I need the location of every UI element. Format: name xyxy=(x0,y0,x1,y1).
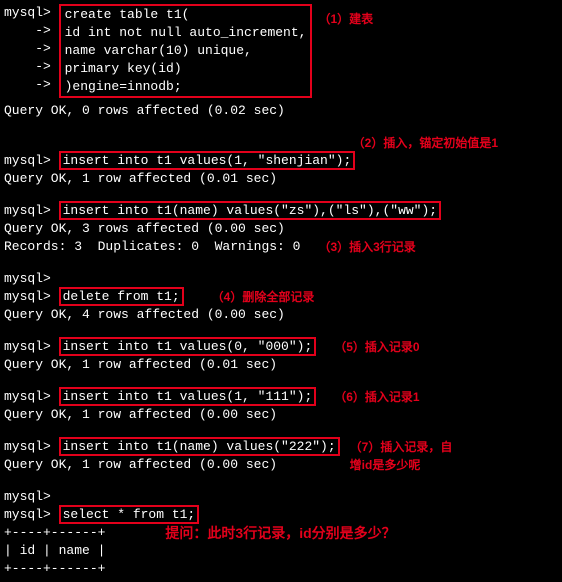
query-ok-00a: Query OK, 1 row affected (0.00 sec) xyxy=(4,406,558,424)
annotation-7b: 增id是多少呢 xyxy=(350,456,453,474)
select-box: select * from t1; xyxy=(59,505,200,524)
create-l5: )engine=innodb; xyxy=(65,79,182,94)
query-ok-1: Query OK, 1 row affected (0.01 sec) xyxy=(4,170,558,188)
cont-1: -> xyxy=(4,22,59,40)
insert-2-box: insert into t1(name) values("zs"),("ls")… xyxy=(59,201,441,220)
annotation-3: （3）插入3行记录 xyxy=(300,238,415,256)
insert-222-box: insert into t1(name) values("222"); xyxy=(59,437,340,456)
question-text: 提问：此时3行记录，id分别是多少？ xyxy=(105,524,395,542)
cont-3: -> xyxy=(4,58,59,76)
insert-000-box: insert into t1 values(0, "000"); xyxy=(59,337,317,356)
mysql-prompt: mysql> xyxy=(4,203,59,218)
query-ok-0: Query OK, 0 rows affected (0.02 sec) xyxy=(4,102,558,120)
mysql-prompt: mysql> xyxy=(4,389,59,404)
annotation-1: （1）建表 xyxy=(312,4,373,28)
create-table-box: create table t1( id int not null auto_inc… xyxy=(59,4,313,98)
query-ok-4: Query OK, 4 rows affected (0.00 sec) xyxy=(4,306,558,324)
create-l1: create table t1( xyxy=(65,7,190,22)
table-border-mid: +----+------+ xyxy=(4,560,558,578)
cont-2: -> xyxy=(4,40,59,58)
delete-box: delete from t1; xyxy=(59,287,184,306)
create-l3: name varchar(10) unique, xyxy=(65,43,252,58)
cont-4: -> xyxy=(4,76,59,94)
query-ok-3: Query OK, 3 rows affected (0.00 sec) xyxy=(4,220,558,238)
mysql-prompt: mysql> xyxy=(4,270,558,288)
create-l2: id int not null auto_increment, xyxy=(65,25,307,40)
annotation-7a: （7）插入记录，自 xyxy=(350,438,453,456)
mysql-prompt: mysql> xyxy=(4,289,59,304)
create-l4: primary key(id) xyxy=(65,61,182,76)
mysql-prompt: mysql> xyxy=(4,339,59,354)
annotation-5: （5）插入记录0 xyxy=(316,338,419,356)
annotation-4: （4）删除全部记录 xyxy=(184,288,315,306)
insert-1-box: insert into t1 values(1, "shenjian"); xyxy=(59,151,356,170)
table-border-top: +----+------+ xyxy=(4,524,105,542)
mysql-prompt: mysql> xyxy=(4,488,558,506)
annotation-2: （2）插入，锚定初始值是1 xyxy=(4,134,558,152)
mysql-prompt: mysql> xyxy=(4,5,59,20)
mysql-prompt: mysql> xyxy=(4,153,59,168)
query-ok-01: Query OK, 1 row affected (0.01 sec) xyxy=(4,356,558,374)
insert-111-box: insert into t1 values(1, "111"); xyxy=(59,387,317,406)
mysql-prompt: mysql> xyxy=(4,507,59,522)
query-ok-00b: Query OK, 1 row affected (0.00 sec) xyxy=(4,456,340,474)
mysql-prompt: mysql> xyxy=(4,439,59,454)
records-3: Records: 3 Duplicates: 0 Warnings: 0 xyxy=(4,238,300,256)
annotation-6: （6）插入记录1 xyxy=(316,388,419,406)
